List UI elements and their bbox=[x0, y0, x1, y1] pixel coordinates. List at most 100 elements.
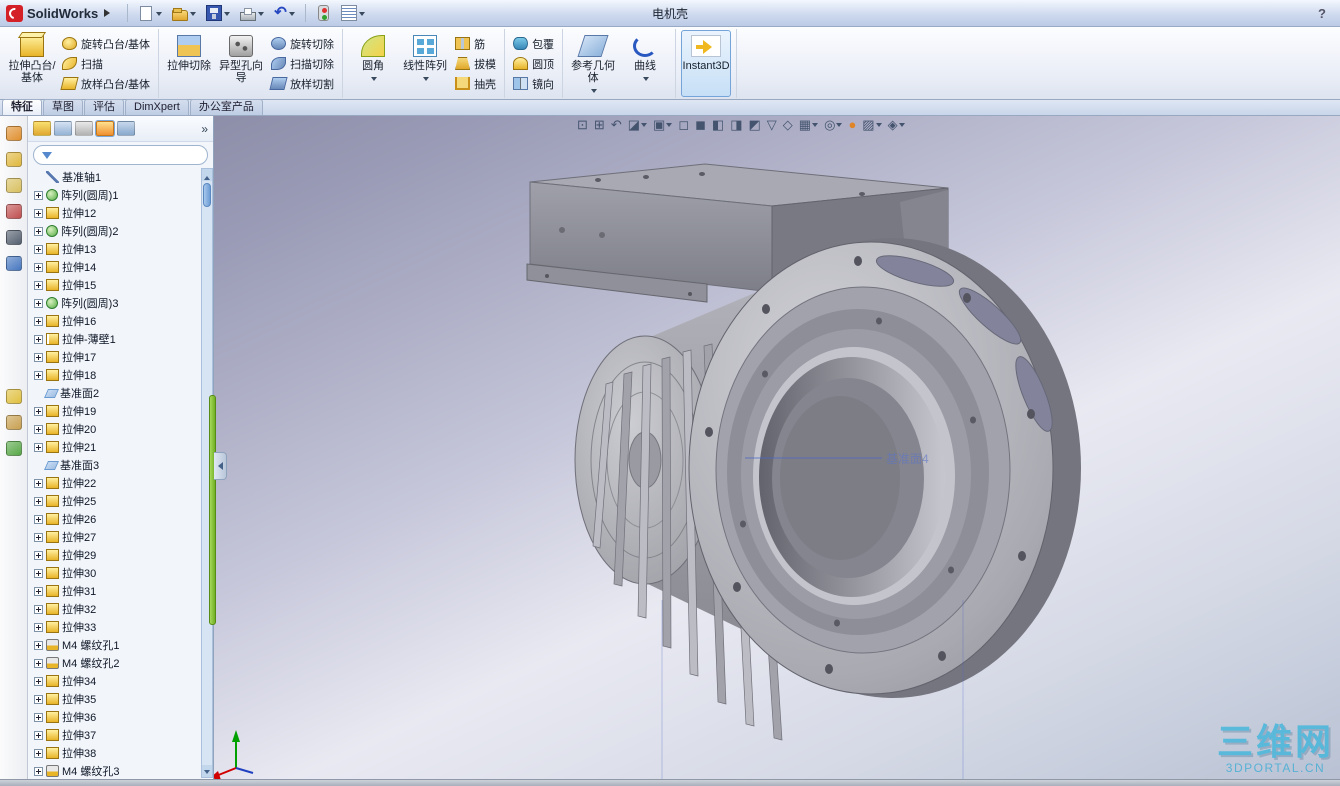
tree-item-expander-icon[interactable] bbox=[34, 586, 43, 596]
help-button[interactable]: ? bbox=[1310, 6, 1334, 21]
tree-item-expander-icon[interactable] bbox=[34, 190, 43, 200]
tree-item-expander-icon[interactable] bbox=[34, 316, 43, 326]
back-view-icon[interactable]: ◼ bbox=[693, 116, 708, 134]
wrap-button[interactable]: 包覆 bbox=[510, 35, 557, 52]
edit-appearance-icon[interactable]: ● bbox=[846, 116, 858, 134]
tree-item-1[interactable]: 基准轴1 bbox=[28, 168, 200, 186]
curves-button[interactable]: 曲线 bbox=[620, 30, 670, 97]
curves-dropdown-icon[interactable] bbox=[643, 77, 650, 84]
scrollbar-down-arrow-icon[interactable] bbox=[202, 765, 212, 777]
print-dropdown-icon[interactable] bbox=[258, 12, 265, 19]
tree-item-expander-icon[interactable] bbox=[34, 766, 43, 776]
tree-item-expander-icon[interactable] bbox=[34, 298, 43, 308]
loft-boss-button[interactable]: 放样凸台/基体 bbox=[59, 75, 153, 92]
feature-tree-filter[interactable] bbox=[33, 145, 208, 165]
tool-icon-5[interactable] bbox=[5, 230, 22, 245]
tree-item-expander-icon[interactable] bbox=[34, 514, 43, 524]
scrollbar-up-arrow-icon[interactable] bbox=[202, 169, 212, 181]
tool-icon-7[interactable] bbox=[5, 389, 22, 404]
tree-item-32[interactable]: 拉伸37 bbox=[28, 726, 200, 744]
mirror-button[interactable]: 镜向 bbox=[510, 75, 557, 92]
feature-tree-filter-input[interactable] bbox=[57, 149, 199, 161]
open-button[interactable] bbox=[169, 2, 199, 24]
panel-collapse-button[interactable] bbox=[214, 452, 227, 480]
tree-item-7[interactable]: 拉伸15 bbox=[28, 276, 200, 294]
tab-evaluate[interactable]: 评估 bbox=[84, 99, 124, 115]
linear-pattern-button[interactable]: 线性阵列 bbox=[400, 30, 450, 97]
tree-item-24[interactable]: 拉伸31 bbox=[28, 582, 200, 600]
tree-item-expander-icon[interactable] bbox=[34, 730, 43, 740]
options-dropdown-icon[interactable] bbox=[358, 12, 365, 19]
tree-item-expander-icon[interactable] bbox=[34, 262, 43, 272]
left-view-icon[interactable]: ◧ bbox=[710, 116, 726, 134]
undo-dropdown-icon[interactable] bbox=[288, 12, 295, 19]
isometric-view-icon[interactable]: ◇ bbox=[781, 116, 795, 134]
tree-item-expander-icon[interactable] bbox=[34, 640, 43, 650]
revolve-cut-button[interactable]: 旋转切除 bbox=[268, 35, 337, 52]
tree-item-17[interactable]: 基准面3 bbox=[28, 456, 200, 474]
tree-item-expander-icon[interactable] bbox=[34, 424, 43, 434]
save-dropdown-icon[interactable] bbox=[224, 12, 231, 19]
featuremanager-tab-icon[interactable] bbox=[33, 121, 51, 136]
fillet-button[interactable]: 圆角 bbox=[348, 30, 398, 97]
tool-icon-4[interactable] bbox=[5, 204, 22, 219]
tree-item-13[interactable]: 基准面2 bbox=[28, 384, 200, 402]
tool-icon-2[interactable] bbox=[5, 152, 22, 167]
tree-item-expander-icon[interactable] bbox=[34, 568, 43, 578]
dome-button[interactable]: 圆顶 bbox=[510, 55, 557, 72]
section-view-icon[interactable]: ◪ bbox=[626, 116, 649, 134]
tree-item-8[interactable]: 阵列(圆周)3 bbox=[28, 294, 200, 312]
loft-cut-button[interactable]: 放样切割 bbox=[268, 75, 337, 92]
tree-item-18[interactable]: 拉伸22 bbox=[28, 474, 200, 492]
extrude-boss-button[interactable]: 拉伸凸台/基体 bbox=[7, 30, 57, 97]
tree-item-expander-icon[interactable] bbox=[34, 244, 43, 254]
reference-geometry-dropdown-icon[interactable] bbox=[591, 89, 598, 96]
tree-item-11[interactable]: 拉伸17 bbox=[28, 348, 200, 366]
tree-item-expander-icon[interactable] bbox=[34, 370, 43, 380]
tree-item-28[interactable]: M4 螺纹孔2 bbox=[28, 654, 200, 672]
linear-pattern-dropdown-icon[interactable] bbox=[423, 77, 430, 84]
instant3d-button[interactable]: Instant3D bbox=[681, 30, 732, 97]
tree-item-expander-icon[interactable] bbox=[34, 550, 43, 560]
zoom-to-area-icon[interactable]: ⊞ bbox=[592, 116, 607, 134]
options-button[interactable] bbox=[338, 2, 368, 24]
tree-item-23[interactable]: 拉伸30 bbox=[28, 564, 200, 582]
tree-item-expander-icon[interactable] bbox=[34, 694, 43, 704]
propertymanager-tab-icon[interactable] bbox=[54, 121, 72, 136]
tree-item-expander-icon[interactable] bbox=[34, 658, 43, 668]
tree-item-10[interactable]: 拉伸-薄壁1 bbox=[28, 330, 200, 348]
save-button[interactable] bbox=[203, 2, 233, 24]
tree-item-14[interactable]: 拉伸19 bbox=[28, 402, 200, 420]
tree-item-15[interactable]: 拉伸20 bbox=[28, 420, 200, 438]
tab-office-products[interactable]: 办公室产品 bbox=[189, 99, 263, 115]
tool-icon-3[interactable] bbox=[5, 178, 22, 193]
tree-item-expander-icon[interactable] bbox=[34, 334, 43, 344]
displaymanager-tab-icon[interactable] bbox=[117, 121, 135, 136]
tree-item-29[interactable]: 拉伸34 bbox=[28, 672, 200, 690]
configurationmanager-tab-icon[interactable] bbox=[75, 121, 93, 136]
tree-item-expander-icon[interactable] bbox=[34, 226, 43, 236]
scrollbar-thumb[interactable] bbox=[203, 183, 211, 207]
menu-expand-arrow-icon[interactable] bbox=[104, 9, 114, 17]
sweep-button[interactable]: 扫描 bbox=[59, 55, 153, 72]
tree-item-9[interactable]: 拉伸16 bbox=[28, 312, 200, 330]
tree-item-6[interactable]: 拉伸14 bbox=[28, 258, 200, 276]
hole-wizard-button[interactable]: 异型孔向导 bbox=[216, 30, 266, 97]
bottom-view-icon[interactable]: ▽ bbox=[765, 116, 779, 134]
view-settings-icon[interactable]: ◈ bbox=[886, 116, 907, 134]
tree-item-2[interactable]: 阵列(圆周)1 bbox=[28, 186, 200, 204]
tree-item-27[interactable]: M4 螺纹孔1 bbox=[28, 636, 200, 654]
tree-item-4[interactable]: 阵列(圆周)2 bbox=[28, 222, 200, 240]
tree-item-expander-icon[interactable] bbox=[34, 622, 43, 632]
tree-item-20[interactable]: 拉伸26 bbox=[28, 510, 200, 528]
tree-item-3[interactable]: 拉伸12 bbox=[28, 204, 200, 222]
sweep-cut-button[interactable]: 扫描切除 bbox=[268, 55, 337, 72]
tab-features[interactable]: 特征 bbox=[2, 99, 42, 115]
undo-button[interactable]: ↶ bbox=[271, 2, 298, 24]
tab-dimxpert[interactable]: DimXpert bbox=[125, 99, 189, 115]
view-orientation-icon[interactable]: ▣ bbox=[651, 116, 674, 134]
zoom-to-fit-icon[interactable]: ⊡ bbox=[575, 116, 590, 134]
display-style-icon[interactable]: ▦ bbox=[797, 116, 820, 134]
tree-item-31[interactable]: 拉伸36 bbox=[28, 708, 200, 726]
tree-item-12[interactable]: 拉伸18 bbox=[28, 366, 200, 384]
